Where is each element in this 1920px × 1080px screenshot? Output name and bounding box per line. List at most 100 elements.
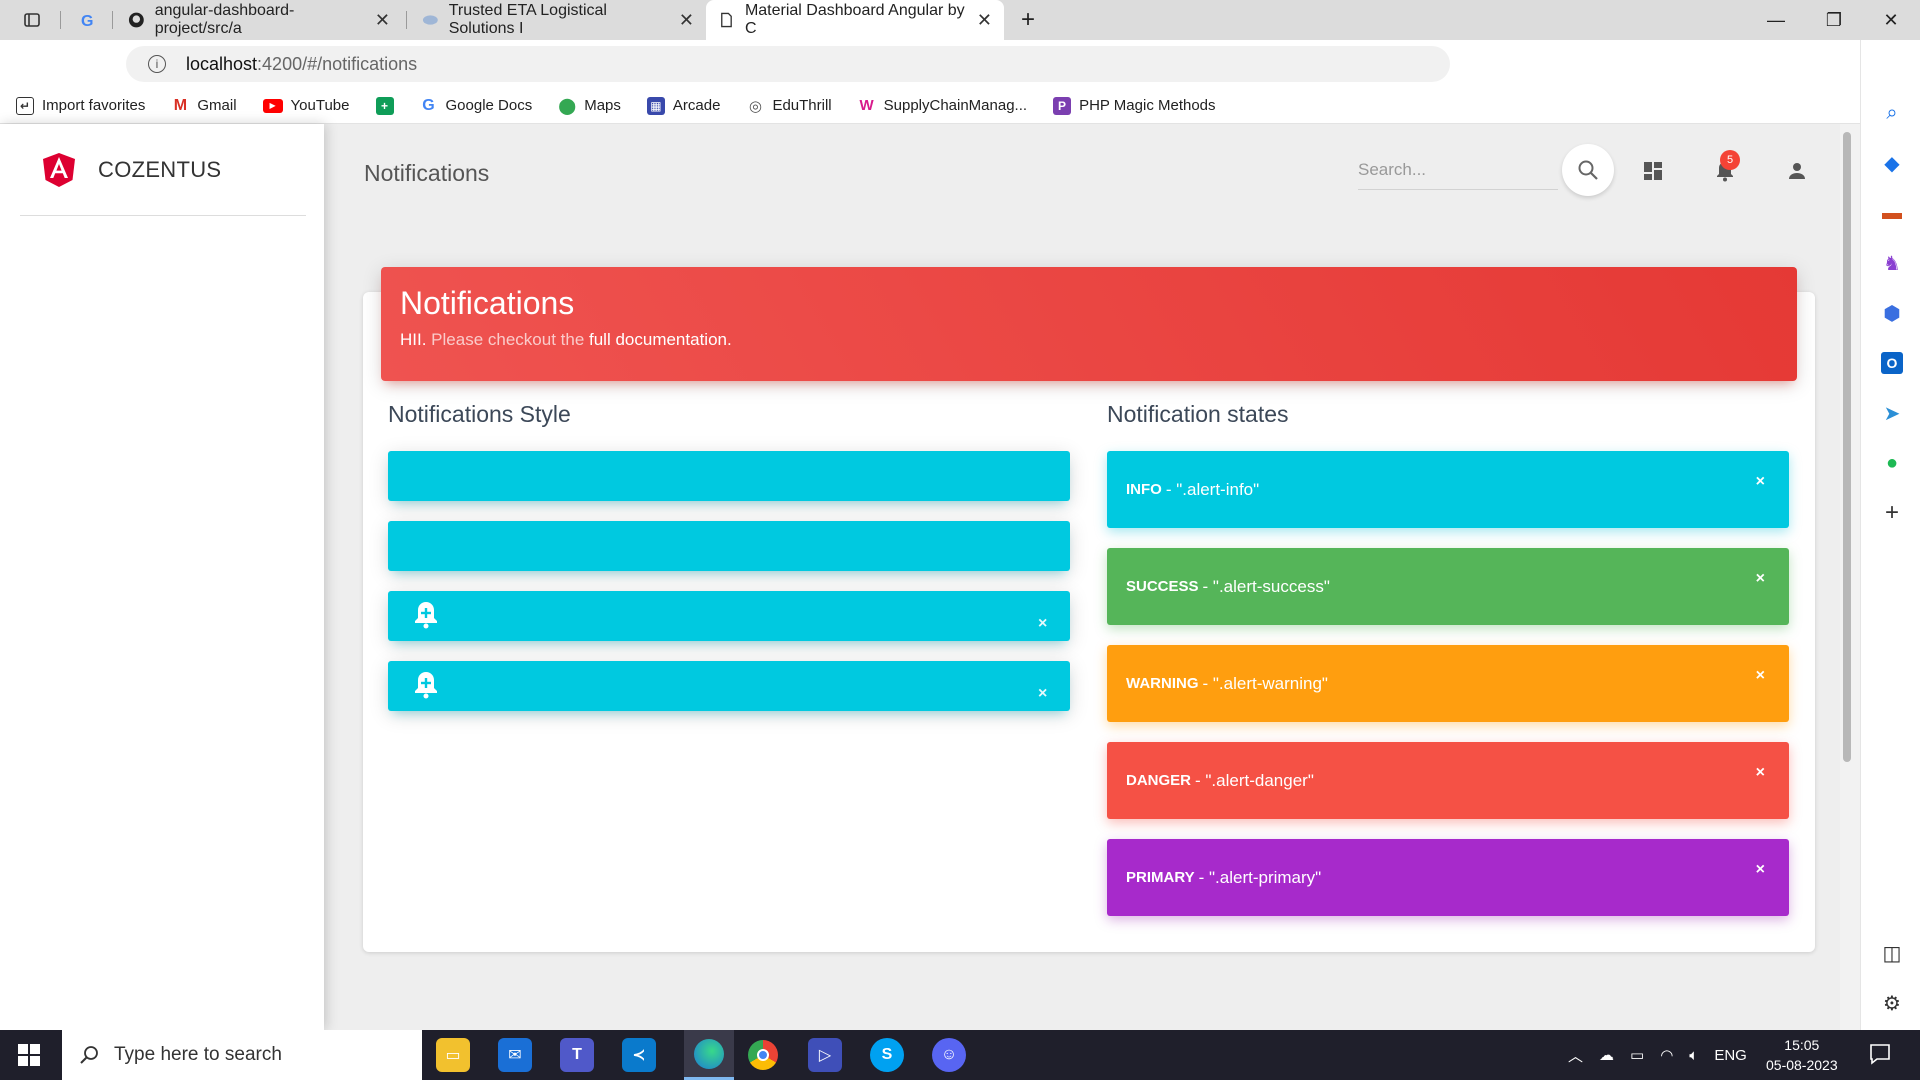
dashboard-button[interactable]: [1640, 158, 1666, 184]
notification-states-title: Notification states: [1107, 401, 1289, 427]
tag-icon: ◆: [1884, 152, 1900, 175]
alert-text: - ".alert-primary": [1198, 867, 1322, 887]
favorite-supplychain[interactable]: W SupplyChainManag...: [858, 97, 1028, 115]
edge-add-button[interactable]: +: [1879, 499, 1905, 526]
favorite-gmail[interactable]: M Gmail: [171, 97, 237, 115]
svg-text:G: G: [81, 13, 93, 29]
tab-actions-button[interactable]: [14, 0, 50, 40]
power-automate-button[interactable]: ▷: [808, 1038, 842, 1072]
close-alert-icon[interactable]: ×: [1756, 473, 1765, 491]
tab-title: angular-dashboard-project/src/a: [154, 2, 295, 37]
chevron-up-icon[interactable]: ︿: [1568, 1045, 1583, 1066]
close-tab-icon[interactable]: ✕: [977, 10, 992, 31]
notification-center-button[interactable]: [1868, 1042, 1892, 1071]
power-automate-icon: ▷: [818, 1047, 832, 1064]
volume-icon[interactable]: 🔈︎: [1689, 1047, 1698, 1064]
edge-tools-button[interactable]: ▬: [1879, 200, 1905, 226]
teams-button[interactable]: T: [560, 1038, 594, 1072]
teams-icon: T: [572, 1046, 582, 1063]
plus-icon: +: [1884, 499, 1899, 526]
sidebar: COZENTUS: [0, 124, 324, 1030]
close-alert-icon[interactable]: ×: [1756, 667, 1765, 685]
alert-warning: WARNING - ".alert-warning" ×: [1107, 645, 1789, 722]
close-alert-icon[interactable]: ×: [1038, 615, 1047, 633]
favorite-import[interactable]: ↵ Import favorites: [16, 96, 145, 115]
alert-type: PRIMARY: [1126, 869, 1195, 886]
close-alert-icon[interactable]: ×: [1038, 685, 1047, 703]
edge-hide-sidebar-button[interactable]: ◫: [1879, 940, 1905, 966]
battery-icon[interactable]: ▭: [1630, 1046, 1644, 1064]
mail-button[interactable]: ✉: [498, 1038, 532, 1072]
favorite-google-docs[interactable]: G Google Docs: [420, 97, 532, 115]
taskbar-search-placeholder: Type here to search: [114, 1044, 282, 1065]
edge-search-button[interactable]: ⌕: [1879, 100, 1905, 126]
add-alert-icon: [415, 672, 437, 699]
documentation-link[interactable]: full documentation.: [589, 330, 732, 349]
minimize-button[interactable]: —: [1747, 0, 1805, 40]
skype-button[interactable]: S: [870, 1038, 904, 1072]
favorite-maps[interactable]: ⬤ Maps: [558, 97, 621, 115]
tab-actions-icon: [24, 13, 40, 27]
vscode-button[interactable]: ≺: [622, 1038, 656, 1072]
language-indicator[interactable]: ENG: [1714, 1047, 1747, 1064]
scrollbar-thumb[interactable]: [1843, 132, 1851, 762]
file-explorer-button[interactable]: ▭: [436, 1038, 470, 1072]
edge-spotify-button[interactable]: ●: [1879, 450, 1905, 476]
edge-office-button[interactable]: ⬢: [1879, 300, 1905, 326]
favorite-youtube[interactable]: ▶ YouTube: [262, 97, 350, 114]
edge-button[interactable]: [684, 1030, 734, 1080]
user-button[interactable]: [1784, 158, 1810, 184]
edge-icon: [694, 1038, 724, 1069]
edge-send-button[interactable]: ➤: [1879, 400, 1905, 426]
discord-button[interactable]: ☺: [932, 1038, 966, 1072]
tab-github[interactable]: angular-dashboard-project/src/a ✕: [116, 0, 402, 40]
arcade-icon: ▦: [646, 96, 665, 115]
close-window-button[interactable]: ✕: [1862, 0, 1920, 40]
close-tab-icon[interactable]: ✕: [375, 10, 390, 31]
alert-success: SUCCESS - ".alert-success" ×: [1107, 548, 1789, 625]
edge-shopping-button[interactable]: ◆: [1879, 150, 1905, 176]
alert-type: INFO: [1126, 481, 1162, 498]
card-header: Notifications HII. Please checkout the f…: [381, 267, 1797, 381]
close-tab-icon[interactable]: ✕: [679, 10, 694, 31]
tab-google[interactable]: G: [66, 0, 110, 40]
clock[interactable]: 15:05 05-08-2023: [1766, 1035, 1838, 1075]
chrome-button[interactable]: [746, 1038, 780, 1072]
close-alert-icon[interactable]: ×: [1756, 570, 1765, 588]
wifi-icon[interactable]: ◠: [1660, 1046, 1673, 1064]
supplychain-icon: W: [859, 97, 874, 114]
edge-settings-button[interactable]: ⚙: [1879, 990, 1905, 1016]
cloud-icon[interactable]: ☁: [1599, 1046, 1614, 1064]
close-alert-icon[interactable]: ×: [1756, 861, 1765, 879]
windows-taskbar: Type here to search ▭ ✉ T ≺ ▷ S ☺ ︿ ☁ ▭ …: [0, 1030, 1920, 1080]
brand-logo-link[interactable]: COZENTUS: [20, 124, 306, 216]
edge-outlook-button[interactable]: O: [1879, 350, 1905, 376]
favorite-label: Maps: [584, 97, 621, 114]
main-panel: Notifications Search... 5 Notifications …: [324, 124, 1840, 1030]
start-button[interactable]: [18, 1044, 40, 1071]
page-title: Notifications: [364, 160, 490, 186]
youtube-icon: ▶: [262, 98, 283, 113]
favorite-arcade[interactable]: ▦ Arcade: [646, 96, 721, 115]
favorite-label: EduThrill: [772, 97, 832, 114]
favorite-php[interactable]: P PHP Magic Methods: [1053, 96, 1216, 115]
search-input[interactable]: Search...: [1358, 152, 1558, 190]
edge-games-button[interactable]: ♞: [1879, 250, 1905, 276]
new-tab-button[interactable]: +: [1010, 0, 1046, 40]
taskbar-search-input[interactable]: Type here to search: [62, 1030, 422, 1080]
edge-sidebar: ⌕ ◆ ▬ ♞ ⬢ O ➤ ● + ◫ ⚙: [1860, 40, 1920, 1030]
favorite-sheets[interactable]: +: [375, 96, 394, 115]
add-alert-icon: [415, 602, 437, 629]
greeting-text: HII.: [400, 330, 427, 349]
close-alert-icon[interactable]: ×: [1756, 764, 1765, 782]
url-field[interactable]: i localhost:4200/#/notifications: [126, 46, 1450, 82]
site-info-icon[interactable]: i: [148, 55, 166, 73]
favorite-eduthrill[interactable]: ◎ EduThrill: [746, 97, 832, 115]
url-host: localhost: [186, 53, 258, 74]
search-button[interactable]: [1562, 144, 1614, 196]
favorite-label: Arcade: [672, 97, 721, 114]
restore-button[interactable]: ❐: [1805, 0, 1863, 40]
tab-eta[interactable]: Trusted ETA Logistical Solutions I ✕: [410, 0, 706, 40]
tab-material-dashboard[interactable]: Material Dashboard Angular by C ✕: [706, 0, 1004, 40]
system-tray: ︿ ☁ ▭ ◠ 🔈︎ ENG: [1568, 1030, 1747, 1080]
